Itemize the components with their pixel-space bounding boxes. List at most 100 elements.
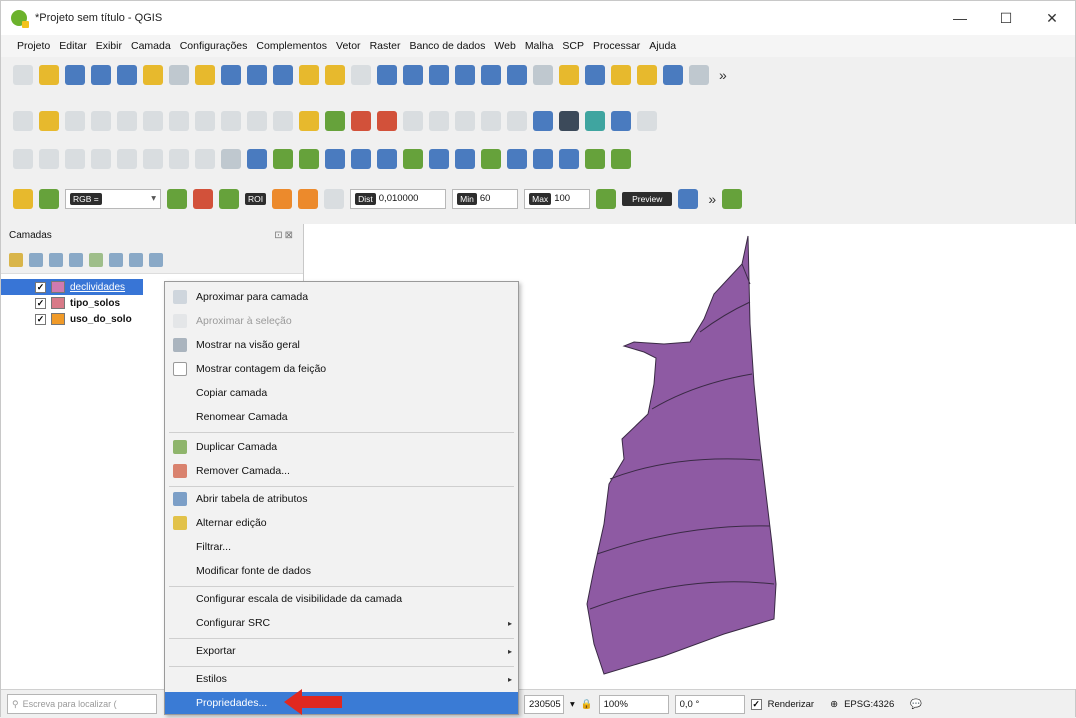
layer-name[interactable]: declividades — [70, 282, 125, 293]
zoom-next-icon[interactable] — [403, 64, 423, 85]
add-xyz-icon[interactable] — [507, 148, 527, 169]
menu-item-toggle-editing[interactable]: Alternar edição — [165, 512, 518, 534]
menu-projeto[interactable]: Projeto — [17, 40, 50, 52]
render-checkbox[interactable]: ✓ — [750, 698, 762, 710]
refresh-icon[interactable] — [507, 64, 527, 85]
preview-button[interactable]: Preview — [622, 191, 673, 206]
style-panel-icon[interactable] — [9, 252, 23, 267]
add-group-icon[interactable] — [29, 252, 43, 267]
layer-row-declividades[interactable]: ✓ declividades — [1, 279, 143, 295]
menu-item-show-in-overview[interactable]: Mostrar na visão geral — [165, 334, 518, 356]
menu-scp[interactable]: SCP — [562, 40, 584, 52]
menu-item-export[interactable]: Exportar ▸ — [165, 640, 518, 662]
layer-name[interactable]: uso_do_solo — [70, 314, 132, 325]
zoom-last-icon[interactable] — [377, 64, 397, 85]
grid-icon[interactable] — [221, 148, 241, 169]
layer-name[interactable]: tipo_solos — [70, 298, 120, 309]
scp-roi-red-icon[interactable] — [193, 188, 213, 209]
zoom-native-icon[interactable] — [351, 64, 371, 85]
identify-icon[interactable] — [533, 64, 553, 85]
select-icon[interactable] — [559, 64, 579, 85]
expand-all-icon[interactable] — [109, 252, 123, 267]
save-project-icon[interactable] — [65, 64, 85, 85]
scp-zoom-icon[interactable] — [39, 188, 59, 209]
messages-icon[interactable]: 💬 — [910, 699, 922, 710]
db-manager-icon[interactable] — [533, 110, 553, 131]
show-labels-icon[interactable] — [351, 110, 371, 131]
new-virtual-layer-icon[interactable] — [403, 148, 423, 169]
add-vector-icon[interactable] — [13, 148, 33, 169]
save-edits-icon[interactable] — [65, 110, 85, 131]
undo-icon[interactable] — [247, 110, 267, 131]
add-wms-icon[interactable] — [247, 148, 267, 169]
zoom-selection-icon[interactable] — [299, 64, 319, 85]
layer-visibility-checkbox[interactable]: ✓ — [35, 297, 46, 309]
add-vector-tile-icon[interactable] — [533, 148, 553, 169]
menu-ajuda[interactable]: Ajuda — [649, 40, 676, 52]
new-project-icon[interactable] — [13, 64, 33, 85]
menu-malha[interactable]: Malha — [525, 40, 554, 52]
show-bookmarks-icon[interactable] — [455, 64, 475, 85]
menu-complementos[interactable]: Complementos — [256, 40, 327, 52]
menu-item-set-crs[interactable]: Configurar SRC ▸ — [165, 612, 518, 634]
layout-manager-icon[interactable] — [117, 64, 137, 85]
open-project-icon[interactable] — [39, 64, 59, 85]
crs-label[interactable]: EPSG:4326 — [844, 699, 894, 710]
lock-scale-icon[interactable]: 🔒 — [581, 699, 593, 710]
zoom-layer-icon[interactable] — [325, 64, 345, 85]
zoom-full-icon[interactable] — [273, 64, 293, 85]
label-icon[interactable] — [299, 110, 319, 131]
magnifier-field[interactable]: 100% — [598, 694, 669, 714]
new-layer-dropdown-icon[interactable] — [611, 148, 631, 169]
pan-icon[interactable] — [169, 64, 189, 85]
menu-item-zoom-to-layer[interactable]: Aproximar para camada — [165, 286, 518, 308]
python-console-icon[interactable] — [585, 110, 605, 131]
new-geopackage-icon[interactable] — [351, 148, 371, 169]
new-spatialite-icon[interactable] — [325, 148, 345, 169]
remove-layer-toolbar-icon[interactable] — [149, 252, 163, 267]
manage-themes-icon[interactable] — [49, 252, 63, 267]
locator-search[interactable]: ⚲ Escreva para localizar ( — [7, 694, 157, 714]
maximize-button[interactable]: ☐ — [983, 1, 1029, 35]
add-postgis-icon[interactable] — [169, 148, 189, 169]
max-field[interactable]: Max 100 — [524, 188, 591, 209]
panel-float-close-icon[interactable]: ⊡⊠ — [274, 230, 295, 241]
redo-icon[interactable] — [273, 110, 293, 131]
add-raster-icon[interactable] — [39, 148, 59, 169]
add-virtual-layer-icon[interactable] — [429, 148, 449, 169]
measure-icon[interactable] — [663, 64, 683, 85]
menu-item-zoom-to-selection[interactable]: Aproximar à seleção — [165, 310, 518, 332]
copy-features-icon[interactable] — [195, 110, 215, 131]
change-label-icon[interactable] — [429, 110, 449, 131]
menu-item-change-data-source[interactable]: Modificar fonte de dados — [165, 560, 518, 582]
roi-plus-icon[interactable] — [298, 188, 319, 209]
processing-toolbox-icon[interactable] — [611, 110, 631, 131]
filter-expression-icon[interactable] — [89, 252, 103, 267]
menu-vetor[interactable]: Vetor — [336, 40, 361, 52]
add-point-cloud-icon[interactable] — [559, 148, 579, 169]
paste-features-icon[interactable] — [221, 110, 241, 131]
add-arcgis-icon[interactable] — [455, 148, 475, 169]
add-mssql-icon[interactable] — [195, 148, 215, 169]
statistics-icon[interactable] — [637, 64, 657, 85]
preview-zoom-icon[interactable] — [596, 188, 617, 209]
label-diagram-icon[interactable] — [455, 110, 475, 131]
scp-zoom-roi-icon[interactable] — [219, 188, 239, 209]
input-image-icon[interactable] — [167, 188, 187, 209]
collapse-all-icon[interactable] — [129, 252, 143, 267]
current-edits-icon[interactable] — [13, 110, 33, 131]
add-geopackage-icon[interactable] — [117, 148, 137, 169]
add-mesh-icon[interactable] — [65, 148, 85, 169]
add-spatialite-icon[interactable] — [143, 148, 163, 169]
menu-editar[interactable]: Editar — [59, 40, 86, 52]
menu-banco-de-dados[interactable]: Banco de dados — [410, 40, 486, 52]
add-wcs-icon[interactable] — [481, 148, 501, 169]
rotate-label-icon[interactable] — [403, 110, 423, 131]
add-delimited-text-icon[interactable] — [91, 148, 111, 169]
menu-camada[interactable]: Camada — [131, 40, 171, 52]
menu-raster[interactable]: Raster — [370, 40, 401, 52]
zoom-out-icon[interactable] — [247, 64, 267, 85]
add-wfs-icon[interactable] — [273, 148, 293, 169]
scale-dropdown-icon[interactable]: ▾ — [570, 699, 575, 710]
menu-item-remove-layer[interactable]: Remover Camada... — [165, 460, 518, 482]
